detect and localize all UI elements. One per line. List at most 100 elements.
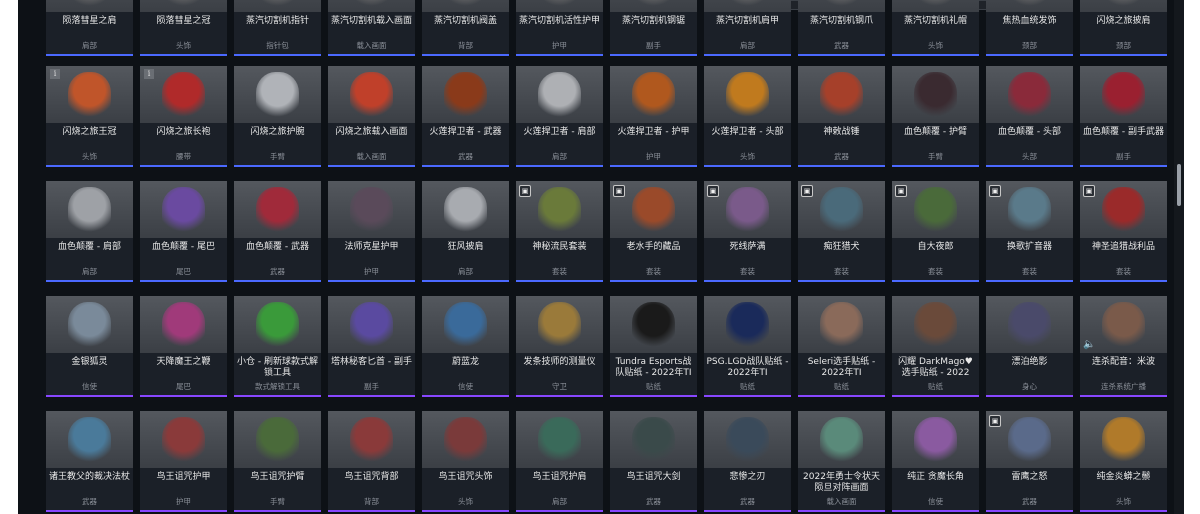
item-name: 蒸汽切割机钢锯 (621, 16, 685, 26)
item-type: 背部 (364, 497, 379, 506)
item-card[interactable]: ▣ 老水手的藏品 套装 (610, 181, 697, 282)
item-card[interactable]: 小仓 - 刷新球款式解锁工具 款式解锁工具 (234, 296, 321, 397)
item-thumbnail (234, 181, 321, 238)
item-name: 血色颠覆 - 肩部 (58, 242, 121, 252)
item-thumbnail (234, 296, 321, 353)
rarity-bar (234, 395, 321, 397)
item-art (820, 187, 863, 233)
item-card[interactable]: 血色颠覆 - 护臂 手臂 (892, 66, 979, 167)
item-type: 头饰 (1116, 497, 1131, 506)
item-card[interactable]: 纯金炎蟒之鬃 头饰 (1080, 411, 1167, 512)
item-card[interactable]: ▣ 自大夜郎 套装 (892, 181, 979, 282)
item-type: 连杀系统广播 (1101, 382, 1146, 391)
rarity-bar (986, 165, 1073, 167)
item-card[interactable]: 血色颠覆 - 武器 武器 (234, 181, 321, 282)
info-icon[interactable]: i (50, 69, 60, 79)
item-card[interactable]: 鸟王诅咒护甲 护甲 (140, 411, 227, 512)
item-card[interactable]: 蒸汽切割机指针 指针包 (234, 0, 321, 56)
item-card[interactable]: 焦热血统发饰 颈部 (986, 0, 1073, 56)
item-card[interactable]: Seleri选手贴纸 - 2022年TI 贴纸 (798, 296, 885, 397)
item-name: 天降魔王之鞭 (156, 357, 211, 367)
item-card[interactable]: i 闪烧之旅王冠 头饰 (46, 66, 133, 167)
item-card[interactable]: 蒸汽切割机钢爪 武器 (798, 0, 885, 56)
item-card[interactable]: 鸟王诅咒护肩 肩部 (516, 411, 603, 512)
bundle-icon: ▣ (989, 415, 1001, 427)
item-type: 信使 (928, 497, 943, 506)
item-card[interactable]: i 闪烧之旅长袍 腰带 (140, 66, 227, 167)
item-name: Seleri选手贴纸 - 2022年TI (807, 357, 876, 378)
item-art (820, 0, 863, 7)
item-card[interactable]: 火莲捍卫者 - 头部 头饰 (704, 66, 791, 167)
rarity-bar (986, 280, 1073, 282)
item-card[interactable]: 蒸汽切割机阀盖 背部 (422, 0, 509, 56)
item-card[interactable]: 火莲捍卫者 - 肩部 肩部 (516, 66, 603, 167)
item-type: 套装 (1022, 267, 1037, 276)
item-card[interactable]: 🔈 连杀配音：米波 连杀系统广播 (1080, 296, 1167, 397)
item-art (162, 302, 205, 348)
item-art (632, 417, 675, 463)
item-card[interactable]: 纯正 贪魔长角 信使 (892, 411, 979, 512)
item-card[interactable]: 血色颠覆 - 头部 头部 (986, 66, 1073, 167)
item-card[interactable]: PSG.LGD战队贴纸 - 2022年TI 贴纸 (704, 296, 791, 397)
item-card[interactable]: Tundra Esports战队贴纸 - 2022年TI 贴纸 (610, 296, 697, 397)
item-type: 贴纸 (646, 382, 661, 391)
item-card[interactable]: 蒸汽切割机载入画面 载入画面 (328, 0, 415, 56)
item-card[interactable]: 火莲捍卫者 - 武器 武器 (422, 66, 509, 167)
item-card[interactable]: 血色颠覆 - 尾巴 尾巴 (140, 181, 227, 282)
scrollbar-thumb[interactable] (1177, 164, 1181, 206)
item-thumbnail (704, 0, 791, 12)
item-art (162, 0, 205, 7)
item-card[interactable]: 狂风披肩 肩部 (422, 181, 509, 282)
item-thumbnail (892, 411, 979, 468)
item-card[interactable]: ▣ 换歌扩音器 套装 (986, 181, 1073, 282)
item-card[interactable]: 漂泊绝影 身心 (986, 296, 1073, 397)
rarity-bar (234, 54, 321, 56)
info-icon[interactable]: i (144, 69, 154, 79)
item-card[interactable]: 悲惨之刃 武器 (704, 411, 791, 512)
item-thumbnail (1080, 411, 1167, 468)
item-thumbnail (328, 0, 415, 12)
item-card[interactable]: 闪烧之旅披肩 颈部 (1080, 0, 1167, 56)
item-thumbnail (1080, 66, 1167, 123)
speaker-icon[interactable]: 🔈 (1083, 339, 1095, 350)
item-name: 陨落彗星之肩 (62, 16, 117, 26)
item-card[interactable]: ▣ 神秘流民套装 套装 (516, 181, 603, 282)
rarity-bar (704, 280, 791, 282)
item-thumbnail (328, 411, 415, 468)
item-card[interactable]: 法师克星护甲 护甲 (328, 181, 415, 282)
item-card[interactable]: 蒸汽切割机肩甲 肩部 (704, 0, 791, 56)
item-card[interactable]: 诸王教父的裁决法杖 武器 (46, 411, 133, 512)
item-card[interactable]: 鸟王诅咒头饰 头饰 (422, 411, 509, 512)
item-art (632, 302, 675, 348)
item-card[interactable]: 金银狐灵 信使 (46, 296, 133, 397)
item-card[interactable]: 蒸汽切割机活性护甲 护甲 (516, 0, 603, 56)
item-card[interactable]: 神敕战锤 武器 (798, 66, 885, 167)
item-card[interactable]: 陨落彗星之冠 头饰 (140, 0, 227, 56)
item-card[interactable]: 火莲捍卫者 - 护甲 护甲 (610, 66, 697, 167)
item-card[interactable]: ▣ 神圣追猎战利品 套装 (1080, 181, 1167, 282)
item-card[interactable]: 鸟王诅咒大剑 武器 (610, 411, 697, 512)
item-card[interactable]: 塔林秘客匕首 - 副手 副手 (328, 296, 415, 397)
item-name: 自大夜郎 (917, 242, 954, 252)
item-card[interactable]: 闪耀 DarkMago♥选手贴纸 - 2022 贴纸 (892, 296, 979, 397)
item-card[interactable]: ▣ 雷鹰之怒 武器 (986, 411, 1073, 512)
item-card[interactable]: 鸟王诅咒护臂 手臂 (234, 411, 321, 512)
item-card[interactable]: 蒸汽切割机钢锯 副手 (610, 0, 697, 56)
item-card[interactable]: ▣ 死线萨满 套装 (704, 181, 791, 282)
item-card[interactable]: 闪烧之旅载入画面 载入画面 (328, 66, 415, 167)
item-card[interactable]: 鸟王诅咒背部 背部 (328, 411, 415, 512)
item-card[interactable]: 2022年勇士令状天陨旦对阵画面 载入画面 (798, 411, 885, 512)
rarity-bar (986, 54, 1073, 56)
item-card[interactable]: 血色颠覆 - 副手武器 副手 (1080, 66, 1167, 167)
item-card[interactable]: 陨落彗星之肩 肩部 (46, 0, 133, 56)
scrollbar[interactable] (1174, 0, 1184, 514)
item-card[interactable]: ▣ 痴狂猎犬 套装 (798, 181, 885, 282)
item-card[interactable]: 天降魔王之鞭 尾巴 (140, 296, 227, 397)
item-card[interactable]: 蒸汽切割机礼帽 头饰 (892, 0, 979, 56)
item-card[interactable]: 蔚蓝龙 信使 (422, 296, 509, 397)
item-art (914, 72, 957, 118)
item-name: 纯金炎蟒之鬃 (1096, 472, 1151, 482)
item-card[interactable]: 血色颠覆 - 肩部 肩部 (46, 181, 133, 282)
item-card[interactable]: 发条技师的测量仪 守卫 (516, 296, 603, 397)
item-card[interactable]: 闪烧之旅护腕 手臂 (234, 66, 321, 167)
